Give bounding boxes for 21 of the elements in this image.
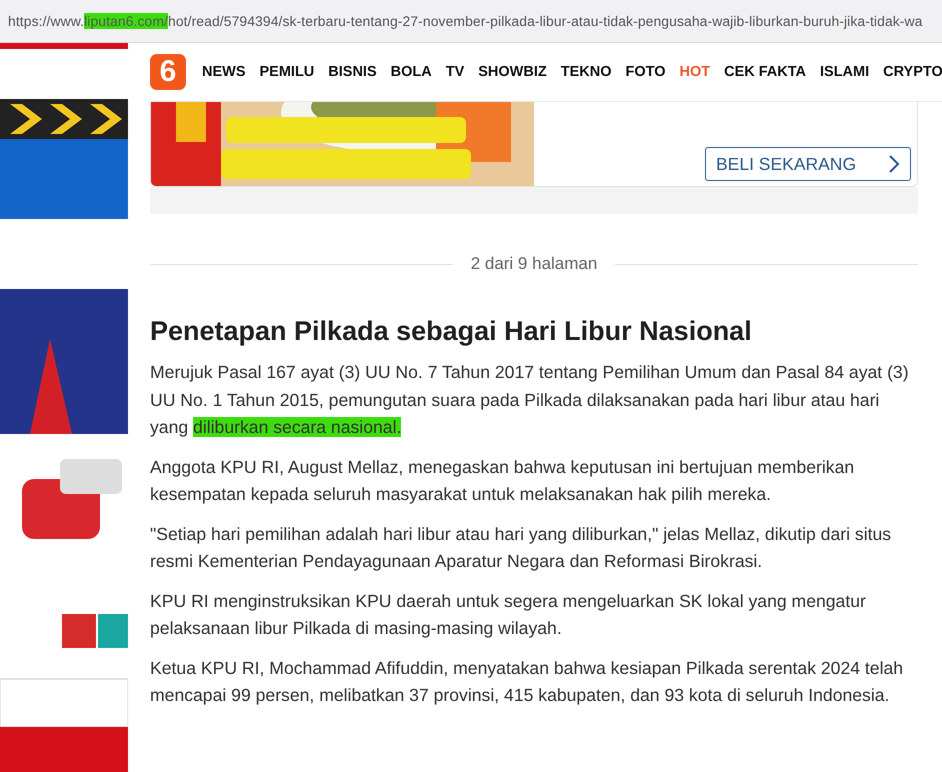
nav-link[interactable]: BOLA	[390, 64, 432, 80]
page-indicator: 2 dari 9 halaman	[470, 254, 598, 274]
ad-banner[interactable]: BELI SEKARANG	[150, 102, 918, 187]
section-heading: Penetapan Pilkada sebagai Hari Libur Nasional	[150, 316, 753, 347]
nav-link[interactable]: SHOWBIZ	[478, 64, 547, 80]
nav-link[interactable]: CRYPTO	[883, 64, 942, 80]
nav-link[interactable]: PEMILU	[260, 64, 314, 80]
nav-link[interactable]: TEKNO	[560, 64, 612, 80]
paragraph: KPU RI menginstruksikan KPU daerah untuk segera mengeluarkan SK lokal yang mengatur pelaksanaan libur Pilkada di masing-masing wilayah.	[150, 590, 867, 640]
buy-now-button[interactable]: BELI SEKARANG	[705, 147, 911, 181]
paragraph: "Setiap hari pemilihan adalah hari libur atau hari yang diliburkan," jelas Mellaz, dikutip dari situs resmi Kementerian Pendayagunaan Aparatur Negara dan Reformasi Birokrasi.	[150, 522, 892, 573]
paragraph: Ketua KPU RI, Mochammad Afifuddin, menyatakan bahwa kesiapan Pilkada serentak 2024 telah mencapai 99 persen, melibatkan 37 provinsi, 415 kabupaten, dan 93 kota di seluruh Indonesia.	[150, 656, 904, 707]
nav-link[interactable]: TV	[446, 64, 464, 80]
nav-link[interactable]: NEWS	[202, 64, 246, 80]
paragraph: Merujuk Pasal 167 ayat (3) UU No. 7 Tahun 2017 tentang Pemilihan Umum dan Pasal 84 ayat (3) UU No. 1 Tahun 2015, pemungutan suara pada Pilkada dilaksanakan pada hari libur atau hari yang diliburkan secara nasional.	[150, 361, 910, 439]
nav-link[interactable]: FOTO	[625, 64, 666, 80]
paragraph: Anggota KPU RI, August Mellaz, menegaskan bahwa keputusan ini bertujuan memberikan kesempatan kepada seluruh masyarakat untuk melaksanakan hak pilih mereka.	[150, 456, 856, 506]
nav-link[interactable]: ISLAMI	[820, 64, 870, 80]
nav-link[interactable]: BISNIS	[328, 64, 377, 80]
chevron-right-icon	[888, 154, 900, 174]
nav-link[interactable]: CEK FAKTA	[724, 64, 806, 80]
